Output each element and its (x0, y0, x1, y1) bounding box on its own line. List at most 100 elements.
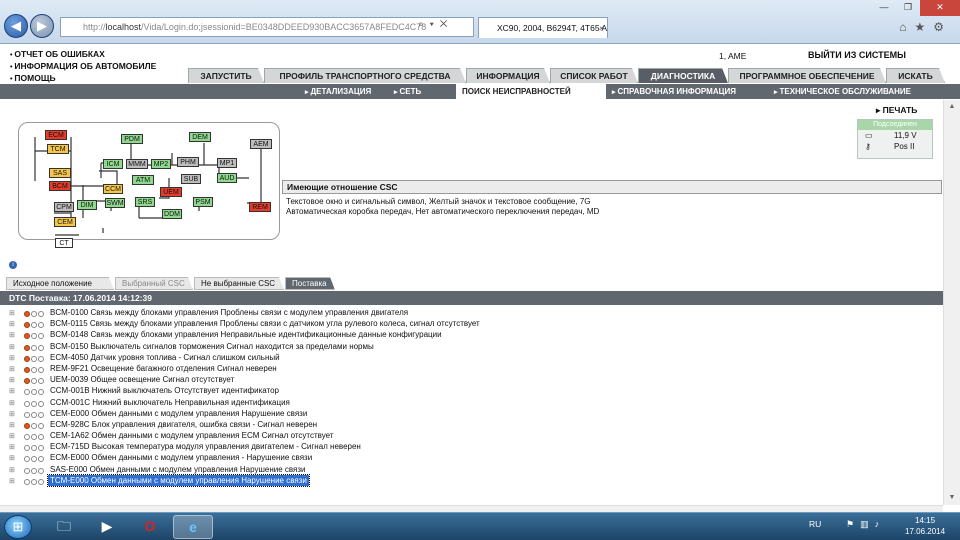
menu-item-error-report[interactable]: ОТЧЕТ ОБ ОШИБКАХ (10, 49, 156, 61)
dtc-row[interactable]: ⊞ BCM-0150 Выключатель сигналов торможени… (0, 341, 943, 352)
dtc-row[interactable]: ⊞ TCM-E000 Обмен данными с модулем управл… (0, 473, 943, 487)
tab-search[interactable]: ИСКАТЬ (886, 68, 945, 83)
subtab-reference-info[interactable]: СПРАВОЧНАЯ ИНФОРМАЦИЯ (612, 84, 735, 99)
dtc-text: BCM-0100 Связь между блоками управления … (50, 308, 409, 317)
dtc-row[interactable]: ⊞ ECM-4050 Датчик уровня топлива - Сигнал… (0, 352, 943, 363)
dtc-row[interactable]: ⊞ UEM-0039 Общее освещение Сигнал отсутст… (0, 374, 943, 385)
tab-information[interactable]: ИНФОРМАЦИЯ (466, 68, 550, 83)
explorer-icon[interactable]: 🗀 (44, 515, 84, 539)
node-icm[interactable]: ICM (103, 159, 123, 169)
dtc-row[interactable]: ⊞ BCM-0100 Связь между блоками управления… (0, 307, 943, 318)
dtc-row[interactable]: ⊞ CCM-001B Нижний выключатель Отсутствует… (0, 385, 943, 396)
scroll-down-icon[interactable]: ▼ (944, 491, 960, 505)
maximize-button[interactable]: ❐ (896, 0, 920, 16)
dtc-row[interactable]: ⊞ CEM-E000 Обмен данными с модулем управл… (0, 408, 943, 419)
tab-vehicle-profile[interactable]: ПРОФИЛЬ ТРАНСПОРТНОГО СРЕДСТВА (264, 68, 466, 83)
back-button[interactable]: ◀ (4, 14, 28, 38)
address-bar-icons[interactable]: ⌕▾✕ (418, 19, 453, 30)
subtab-maintenance[interactable]: ТЕХНИЧЕСКОЕ ОБСЛУЖИВАНИЕ (774, 84, 911, 99)
start-button[interactable]: ⊞ (4, 515, 32, 539)
tab-start[interactable]: ЗАПУСТИТЬ (188, 68, 264, 83)
tab-delivery[interactable]: Поставка (285, 277, 335, 290)
node-dim[interactable]: DIM (77, 200, 97, 210)
csc-line[interactable]: Автоматическая коробка передач, Нет авто… (286, 207, 599, 217)
dtc-status-icon (24, 443, 44, 452)
node-mp2[interactable]: MP2 (151, 159, 171, 169)
node-ddm[interactable]: DDM (162, 209, 182, 219)
node-atm[interactable]: ATM (132, 175, 154, 185)
node-uem[interactable]: UEM (160, 187, 182, 197)
media-player-icon[interactable]: ▶ (87, 515, 127, 539)
scroll-up-icon[interactable]: ▲ (944, 100, 960, 114)
browser-toolbar-icons: ⌂★⚙ (899, 20, 952, 34)
vertical-scrollbar[interactable]: ▲ ▼ (943, 100, 960, 505)
info-icon[interactable]: i (9, 261, 17, 269)
dtc-text: ECM-928C Блок управления двигателя, ошиб… (50, 419, 318, 429)
battery-icon: ▭ (865, 131, 873, 140)
dtc-row[interactable]: ⊞ ECM-715D Высокая температура модуля упр… (0, 441, 943, 452)
csc-line[interactable]: Текстовое окно и сигнальный символ, Желт… (286, 197, 599, 207)
dtc-row[interactable]: ⊞ BCM-0148 Связь между блоками управления… (0, 329, 943, 340)
node-cpm[interactable]: CPM (54, 202, 74, 212)
tab-software[interactable]: ПРОГРАММНОЕ ОБЕСПЕЧЕНИЕ (728, 68, 886, 83)
network-icon[interactable]: ▥ (860, 519, 875, 529)
node-ccm[interactable]: CCM (103, 184, 123, 194)
tab-diagnostics[interactable]: ДИАГНОСТИКА (638, 68, 728, 83)
node-mmm[interactable]: MMM (126, 159, 148, 169)
subtab-details[interactable]: ДЕТАЛИЗАЦИЯ (305, 84, 371, 99)
node-sub[interactable]: SUB (181, 174, 201, 184)
logout-link[interactable]: ВЫЙТИ ИЗ СИСТЕМЫ (808, 50, 906, 60)
browser-tab[interactable]: XC90, 2004, B6294T, 4T65 A... × (478, 17, 608, 38)
tab-work-list[interactable]: СПИСОК РАБОТ (550, 68, 638, 83)
clock[interactable]: 14:15 17.06.2014 (905, 515, 945, 537)
expand-icon[interactable]: ⊞ (9, 476, 15, 487)
node-dem[interactable]: DEM (189, 132, 211, 142)
dtc-status-icon (24, 399, 44, 407)
tab-initial-position[interactable]: Исходное положение (6, 277, 114, 290)
dtc-row[interactable]: ⊞ BCM-0115 Связь между блоками управления… (0, 318, 943, 329)
node-swm[interactable]: SWM (105, 198, 125, 208)
subtab-network[interactable]: СЕТЬ (394, 84, 421, 99)
node-mp1[interactable]: MP1 (217, 158, 237, 168)
dtc-row[interactable]: ⊞ ECM-E000 Обмен данными с модулем управл… (0, 452, 943, 463)
print-button[interactable]: ▸ ПЕЧАТЬ (876, 105, 917, 116)
node-bcm[interactable]: BCM (49, 181, 71, 191)
close-window-button[interactable]: ✕ (920, 0, 960, 16)
network-diagram: ECM TCM PDM DEM AEM ICM MMM MP2 PHM MP1 … (18, 122, 280, 248)
dtc-row[interactable]: ⊞ CEM-1A62 Обмен данными с модулем управл… (0, 430, 943, 441)
node-sas[interactable]: SAS (49, 168, 71, 178)
node-phm[interactable]: PHM (177, 157, 199, 167)
flag-icon[interactable]: ⚑ (846, 519, 860, 529)
node-ct[interactable]: CT (55, 238, 73, 248)
address-bar[interactable]: http://localhost/Vida/Login.do;jsessioni… (60, 17, 474, 37)
tab-selected-csc[interactable]: Выбранный CSC (115, 277, 193, 290)
node-aem[interactable]: AEM (250, 139, 272, 149)
subtab-fault-tracing[interactable]: ПОИСК НЕИСПРАВНОСТЕЙ (456, 84, 606, 99)
home-icon[interactable]: ⌂ (899, 20, 914, 34)
ie-icon[interactable]: e (173, 515, 213, 539)
dtc-row[interactable]: ⊞ SAS-E000 Обмен данными с модулем управл… (0, 464, 943, 475)
language-indicator[interactable]: RU (809, 519, 821, 529)
tab-close-icon[interactable]: × (599, 18, 604, 38)
star-icon[interactable]: ★ (914, 20, 933, 34)
node-srs[interactable]: SRS (135, 197, 155, 207)
voltage-row: ▭ 11,9 V (858, 130, 932, 141)
node-pdm[interactable]: PDM (121, 134, 143, 144)
gear-icon[interactable]: ⚙ (933, 20, 952, 34)
menu-item-vehicle-info[interactable]: ИНФОРМАЦИЯ ОБ АВТОМОБИЛЕ (10, 61, 156, 73)
opera-icon[interactable]: O (130, 515, 170, 539)
dtc-row[interactable]: ⊞ ECM-928C Блок управления двигателя, оши… (0, 419, 943, 430)
node-rem[interactable]: REM (249, 202, 271, 212)
forward-button[interactable]: ▶ (30, 14, 54, 38)
node-ecm[interactable]: ECM (45, 130, 67, 140)
tab-unselected-csc[interactable]: Не выбранные CSC (194, 277, 284, 290)
node-aud[interactable]: AUD (217, 173, 237, 183)
volume-icon[interactable]: ♪ (875, 519, 886, 529)
node-tcm[interactable]: TCM (47, 144, 69, 154)
dtc-row[interactable]: ⊞ CCM-001C Нижний выключатель Неправильна… (0, 397, 943, 408)
dtc-text: BCM-0148 Связь между блоками управления … (50, 330, 442, 340)
minimize-button[interactable]: — (872, 0, 896, 16)
node-cem[interactable]: CEM (54, 217, 76, 227)
node-psm[interactable]: PSM (193, 197, 213, 207)
dtc-row[interactable]: ⊞ REM-9F21 Освещение багажного отделения … (0, 363, 943, 374)
